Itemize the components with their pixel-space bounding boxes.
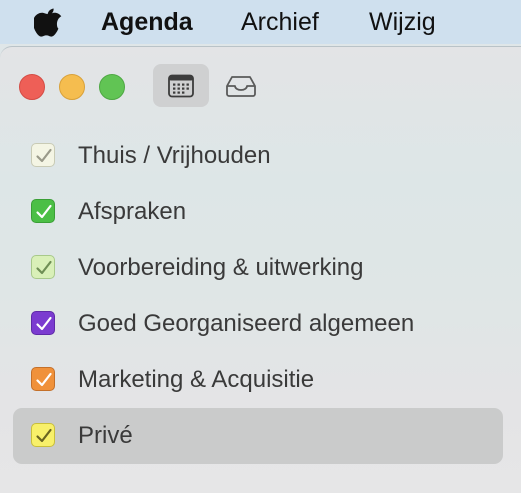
calendar-checkbox[interactable] (31, 143, 55, 167)
zoom-button[interactable] (99, 74, 125, 100)
calendar-checkbox[interactable] (31, 423, 55, 447)
checkmark-icon (36, 316, 52, 331)
inbox-tray-icon (226, 75, 256, 97)
calendar-icon (168, 74, 194, 97)
calendar-row-4[interactable]: Goed Georganiseerd algemeen (13, 296, 503, 352)
checkmark-icon (36, 428, 52, 443)
menu-wijzig[interactable]: Wijzig (369, 0, 436, 44)
checkmark-icon (36, 148, 52, 163)
minimize-button[interactable] (59, 74, 85, 100)
apple-logo-icon[interactable] (34, 7, 62, 37)
calendar-checkbox[interactable] (31, 367, 55, 391)
checkmark-icon (36, 260, 52, 275)
menu-bar: Agenda Archief Wijzig (0, 0, 521, 44)
calendar-checkbox[interactable] (31, 311, 55, 335)
calendar-label: Voorbereiding & uitwerking (78, 254, 364, 281)
menu-agenda[interactable]: Agenda (101, 0, 193, 44)
calendar-label: Privé (78, 422, 133, 449)
calendar-label: Marketing & Acquisitie (78, 366, 315, 393)
calendar-checkbox[interactable] (31, 199, 55, 223)
calendar-row-3[interactable]: Voorbereiding & uitwerking (13, 240, 503, 296)
calendar-row-2[interactable]: Afspraken (13, 184, 503, 240)
menu-archief[interactable]: Archief (241, 0, 319, 44)
calendar-row-5[interactable]: Marketing & Acquisitie (13, 352, 503, 408)
calendar-row-6[interactable]: Privé (13, 408, 503, 464)
calendar-checkbox[interactable] (31, 255, 55, 279)
calendar-label: Goed Georganiseerd algemeen (78, 310, 415, 337)
calendar-row-1[interactable]: Thuis / Vrijhouden (13, 128, 503, 184)
calendar-list-button[interactable] (153, 64, 209, 107)
checkmark-icon (36, 372, 52, 387)
calendar-label: Afspraken (78, 198, 187, 225)
checkmark-icon (36, 204, 52, 219)
calendar-label: Thuis / Vrijhouden (78, 142, 271, 169)
inbox-button[interactable] (213, 64, 269, 107)
close-button[interactable] (19, 74, 45, 100)
